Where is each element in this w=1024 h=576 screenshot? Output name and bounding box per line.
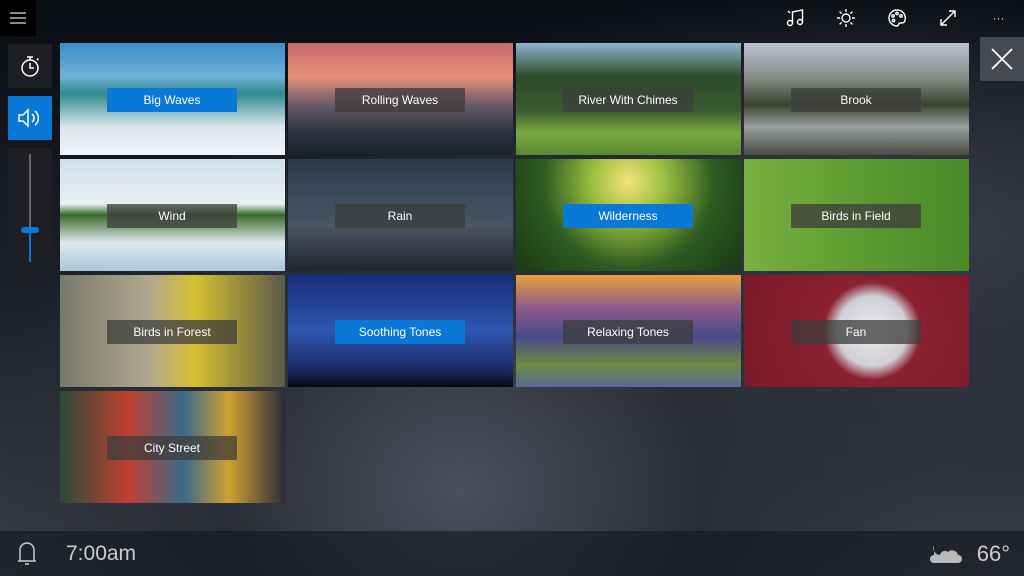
fullscreen-icon (939, 10, 956, 26)
hamburger-icon (10, 12, 26, 24)
sound-tile[interactable]: River With Chimes (516, 43, 741, 155)
brightness-icon (836, 9, 855, 27)
sound-tile[interactable]: Big Waves (60, 43, 285, 155)
top-bar: ··· (0, 0, 1024, 36)
sound-tile-label: Birds in Forest (107, 320, 237, 344)
volume-slider-thumb[interactable] (21, 226, 39, 233)
timer-button[interactable] (8, 44, 52, 88)
alarm-bell-icon[interactable] (16, 541, 38, 567)
theme-button[interactable] (871, 0, 922, 36)
sound-tile[interactable]: Birds in Field (744, 159, 969, 271)
more-button[interactable]: ··· (973, 0, 1024, 36)
sound-tile[interactable]: Soothing Tones (288, 275, 513, 387)
fullscreen-button[interactable] (922, 0, 973, 36)
temperature: 66° (976, 541, 1010, 566)
music-button[interactable] (769, 0, 820, 36)
sound-tile-label: Big Waves (107, 88, 237, 112)
sound-tile[interactable]: Wilderness (516, 159, 741, 271)
sound-tile[interactable]: Brook (744, 43, 969, 155)
sound-tile[interactable]: Relaxing Tones (516, 275, 741, 387)
speaker-icon (18, 108, 40, 128)
close-icon (991, 48, 1013, 70)
volume-button[interactable] (8, 96, 52, 140)
sound-tile-label: Soothing Tones (335, 320, 465, 344)
sound-tile[interactable]: Wind (60, 159, 285, 271)
bottom-bar: 7:00am 66° (0, 531, 1024, 576)
brightness-button[interactable] (820, 0, 871, 36)
sound-tile[interactable]: Rain (288, 159, 513, 271)
sound-tile-label: Brook (791, 88, 921, 112)
sound-tile-label: Relaxing Tones (563, 320, 693, 344)
sound-tile-label: River With Chimes (563, 88, 693, 112)
volume-slider[interactable] (8, 148, 52, 268)
hamburger-menu-button[interactable] (0, 0, 36, 36)
partly-cloudy-icon (930, 545, 962, 563)
sound-tile-label: City Street (107, 436, 237, 460)
sound-tile-label: Rolling Waves (335, 88, 465, 112)
side-panel (8, 44, 52, 268)
alarm-time[interactable]: 7:00am (66, 542, 136, 566)
sound-tile[interactable]: Rolling Waves (288, 43, 513, 155)
music-icon (786, 9, 803, 27)
sound-tile-label: Wind (107, 204, 237, 228)
more-icon: ··· (992, 11, 1005, 25)
sound-tile[interactable]: Birds in Forest (60, 275, 285, 387)
sound-tile-label: Wilderness (563, 204, 693, 228)
sound-tile-label: Fan (791, 320, 921, 344)
close-button[interactable] (980, 37, 1024, 81)
sound-tile[interactable]: City Street (60, 391, 285, 503)
palette-icon (887, 9, 906, 27)
sound-tile[interactable]: Fan (744, 275, 969, 387)
sound-tile-label: Rain (335, 204, 465, 228)
timer-icon (21, 56, 40, 77)
sound-tile-label: Birds in Field (791, 204, 921, 228)
